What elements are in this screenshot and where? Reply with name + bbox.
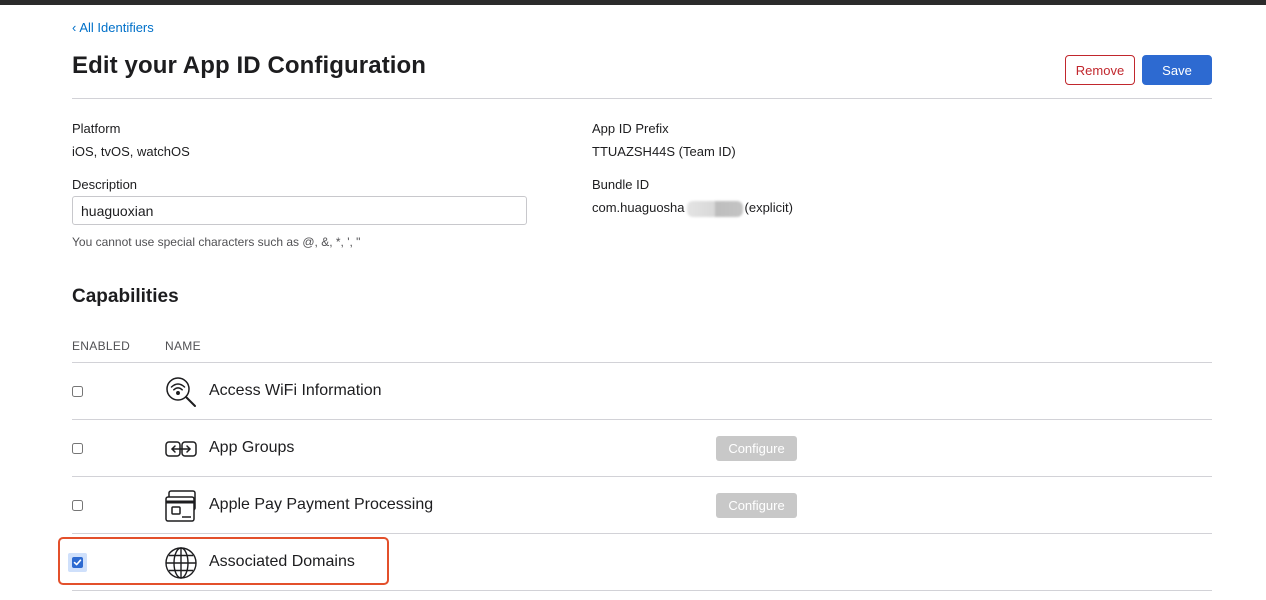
- wifi-search-icon: [164, 375, 198, 409]
- app-groups-icon: [164, 432, 198, 466]
- remove-button[interactable]: Remove: [1065, 55, 1135, 85]
- bundle-id-prefix: com.huaguosha: [592, 200, 685, 215]
- highlight-annotation: [58, 537, 389, 585]
- platform-value: iOS, tvOS, watchOS: [72, 144, 190, 159]
- app-id-prefix-label: App ID Prefix: [592, 121, 669, 136]
- bundle-id-label: Bundle ID: [592, 177, 650, 192]
- page-title: Edit your App ID Configuration: [72, 52, 427, 79]
- configure-button-apple-pay[interactable]: Configure: [716, 493, 797, 518]
- back-link[interactable]: ‹ All Identifiers: [72, 20, 154, 35]
- top-bar: [0, 0, 1266, 5]
- enable-checkbox-app-groups[interactable]: [72, 443, 83, 454]
- platform-label: Platform: [72, 121, 121, 136]
- column-header-enabled: ENABLED: [72, 339, 131, 353]
- description-input[interactable]: [72, 196, 527, 225]
- save-button[interactable]: Save: [1142, 55, 1212, 85]
- enable-checkbox-apple-pay[interactable]: [72, 500, 83, 511]
- description-hint: You cannot use special characters such a…: [72, 235, 361, 249]
- enable-checkbox-access-wifi[interactable]: [72, 386, 83, 397]
- capability-name: Apple Pay Payment Processing: [209, 496, 434, 513]
- row-divider: [72, 590, 1212, 591]
- description-label: Description: [72, 177, 138, 192]
- chevron-left-icon: ‹: [72, 20, 77, 35]
- header-divider: [72, 98, 1212, 99]
- redacted-blur: [686, 200, 743, 217]
- capability-name: Access WiFi Information: [209, 382, 382, 399]
- bundle-id-value: com.huaguosha (explicit): [592, 200, 793, 217]
- column-header-name: NAME: [165, 339, 201, 353]
- payment-card-icon: [164, 489, 198, 523]
- capability-name: App Groups: [209, 439, 295, 456]
- capability-row-access-wifi: Access WiFi Information: [72, 363, 1212, 420]
- bundle-id-suffix: (explicit): [744, 200, 793, 215]
- app-id-prefix-value: TTUAZSH44S (Team ID): [592, 144, 736, 159]
- back-link-label: All Identifiers: [79, 20, 154, 35]
- capability-row-app-groups: App Groups Configure: [72, 420, 1212, 477]
- capabilities-title: Capabilities: [72, 286, 179, 307]
- configure-button-app-groups[interactable]: Configure: [716, 436, 797, 461]
- capability-row-apple-pay: Apple Pay Payment Processing Configure: [72, 477, 1212, 534]
